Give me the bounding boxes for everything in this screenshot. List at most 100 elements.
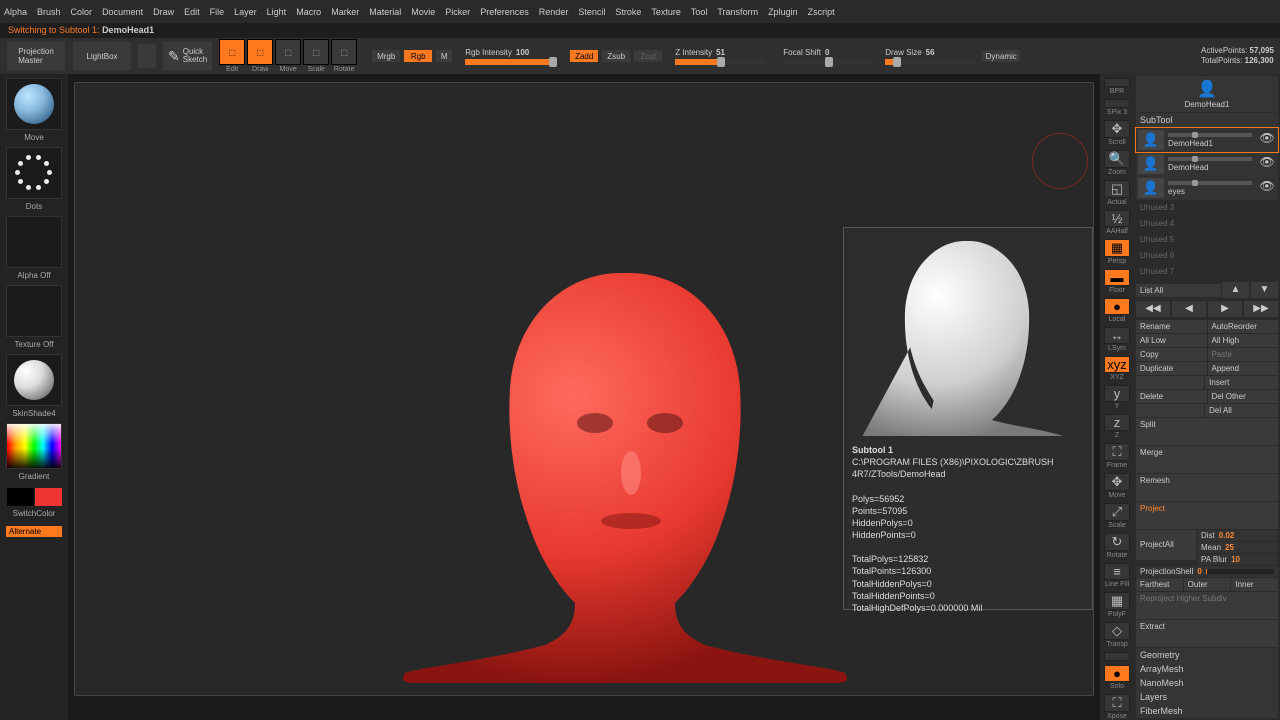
section-arraymesh[interactable]: ArrayMesh (1136, 662, 1278, 676)
stroke-tile[interactable] (6, 147, 62, 199)
aahalf-button[interactable]: ½ (1104, 210, 1130, 227)
linefill-button[interactable]: ≡ (1104, 563, 1130, 580)
menu-zscript[interactable]: Zscript (808, 7, 835, 17)
prev-all-button[interactable]: ◀◀ (1136, 301, 1170, 317)
dist-slider[interactable]: Dist0.02 (1197, 530, 1278, 541)
bpr-button[interactable] (1104, 78, 1130, 87)
outer-button[interactable]: Outer (1184, 578, 1231, 591)
menu-material[interactable]: Material (369, 7, 401, 17)
delother-button[interactable]: Del Other (1208, 390, 1279, 403)
menu-brush[interactable]: Brush (37, 7, 61, 17)
frame-button[interactable]: ⛶ (1104, 443, 1130, 461)
copy-button[interactable]: Copy (1136, 348, 1207, 361)
menu-alpha[interactable]: Alpha (4, 7, 27, 17)
scale-button[interactable]: ⬚ (303, 39, 329, 65)
visibility-toggle[interactable]: 👁 (1258, 179, 1276, 197)
menu-marker[interactable]: Marker (331, 7, 359, 17)
list-all-button[interactable]: List All (1136, 284, 1221, 297)
menu-stroke[interactable]: Stroke (615, 7, 641, 17)
menu-stencil[interactable]: Stencil (578, 7, 605, 17)
section-nanomesh[interactable]: NanoMesh (1136, 676, 1278, 690)
draw-size-slider[interactable]: Draw Size 56 (885, 48, 975, 65)
draw-button[interactable]: ⬚ (247, 39, 273, 65)
lightbox-button[interactable]: LightBox (72, 41, 132, 71)
xyz-button[interactable]: xyz (1104, 356, 1130, 373)
texture-tile[interactable] (6, 285, 62, 337)
z-intensity-slider[interactable]: Z Intensity 51 (675, 48, 765, 65)
brush-tile[interactable] (6, 78, 62, 130)
move-up-button[interactable]: ▲ (1222, 282, 1249, 298)
visibility-toggle[interactable]: 👁 (1258, 131, 1276, 149)
move-down-button[interactable]: ▼ (1251, 282, 1278, 298)
alpha-tile[interactable] (6, 216, 62, 268)
append-button[interactable]: Append (1208, 362, 1279, 375)
next-all-button[interactable]: ▶▶ (1244, 301, 1278, 317)
scale2-button[interactable]: ⤢ (1104, 503, 1130, 521)
projshell-slider[interactable]: ProjectionShell0 (1136, 566, 1278, 577)
solo-button[interactable]: ● (1104, 665, 1130, 682)
material-tile[interactable] (6, 354, 62, 406)
floor-button[interactable]: ▬ (1104, 269, 1130, 286)
delete-button[interactable]: Delete (1136, 390, 1207, 403)
dynamic-button[interactable]: Dynamic (981, 49, 1021, 63)
menu-transform[interactable]: Transform (717, 7, 758, 17)
allhigh-button[interactable]: All High (1208, 334, 1279, 347)
section-fibermesh[interactable]: FiberMesh (1136, 704, 1278, 718)
mean-slider[interactable]: Mean25 (1197, 542, 1278, 553)
subtool-row[interactable]: 👤eyes👁 (1136, 176, 1278, 200)
merge-button[interactable]: Merge (1136, 446, 1278, 473)
menu-texture[interactable]: Texture (651, 7, 681, 17)
current-tool-thumb[interactable]: 👤 DemoHead1 (1136, 76, 1278, 112)
menu-document[interactable]: Document (102, 7, 143, 17)
reproject-button[interactable]: Reproject Higher Subdiv (1136, 592, 1278, 619)
duplicate-button[interactable]: Duplicate (1136, 362, 1207, 375)
color-swatches[interactable] (7, 488, 62, 506)
section-geometry[interactable]: Geometry (1136, 648, 1278, 662)
mrgb-button[interactable]: Mrgb (371, 49, 401, 63)
menu-light[interactable]: Light (267, 7, 287, 17)
edit-button[interactable]: ⬚ (219, 39, 245, 65)
menu-draw[interactable]: Draw (153, 7, 174, 17)
pablur-slider[interactable]: PA Blur10 (1197, 554, 1278, 565)
quicksketch-button[interactable]: ✎Quick Sketch (162, 41, 213, 71)
alllow-button[interactable]: All Low (1136, 334, 1207, 347)
menu-preferences[interactable]: Preferences (480, 7, 529, 17)
ghost-button[interactable] (1104, 652, 1130, 661)
y-button[interactable]: y (1104, 385, 1130, 402)
move-button[interactable]: ⬚ (275, 39, 301, 65)
project-button[interactable]: Project (1136, 502, 1278, 529)
menu-file[interactable]: File (210, 7, 225, 17)
scroll-button[interactable]: ✥ (1104, 120, 1130, 138)
subtool-section-header[interactable]: SubTool (1136, 113, 1278, 127)
zcut-button[interactable]: Zcut (633, 49, 663, 63)
color-picker[interactable] (6, 423, 62, 469)
persp-button[interactable]: ▦ (1104, 239, 1130, 257)
menu-color[interactable]: Color (71, 7, 93, 17)
menu-tool[interactable]: Tool (691, 7, 708, 17)
section-layers[interactable]: Layers (1136, 690, 1278, 704)
projection-master-button[interactable]: Projection Master (6, 41, 66, 71)
farthest-button[interactable]: Farthest (1136, 578, 1183, 591)
menu-zplugin[interactable]: Zplugin (768, 7, 798, 17)
z-button[interactable]: z (1104, 414, 1130, 431)
rename-button[interactable]: Rename (1136, 320, 1207, 333)
insert-button[interactable]: Insert (1205, 376, 1278, 389)
move2-button[interactable]: ✥ (1104, 473, 1130, 491)
extract-button[interactable]: Extract (1136, 620, 1278, 647)
subtool-row[interactable]: 👤DemoHead1👁 (1136, 128, 1278, 152)
remesh-button[interactable]: Remesh (1136, 474, 1278, 501)
inner-button[interactable]: Inner (1231, 578, 1278, 591)
focal-shift-slider[interactable]: Focal Shift 0 (783, 48, 873, 65)
alternate-button[interactable]: Alternate (6, 526, 62, 537)
lsym-button[interactable]: ↔ (1104, 327, 1130, 344)
menu-edit[interactable]: Edit (184, 7, 200, 17)
viewport[interactable]: Subtool 1 C:\PROGRAM FILES (X86)\PIXOLOG… (74, 82, 1094, 696)
next-button[interactable]: ▶ (1208, 301, 1242, 317)
menu-movie[interactable]: Movie (411, 7, 435, 17)
visibility-toggle[interactable]: 👁 (1258, 155, 1276, 173)
menu-layer[interactable]: Layer (234, 7, 257, 17)
polyf-button[interactable]: ▦ (1104, 592, 1130, 610)
projectall-button[interactable]: ProjectAll (1136, 530, 1196, 560)
zoom-button[interactable]: 🔍 (1104, 150, 1130, 168)
subtool-row[interactable]: 👤DemoHead👁 (1136, 152, 1278, 176)
